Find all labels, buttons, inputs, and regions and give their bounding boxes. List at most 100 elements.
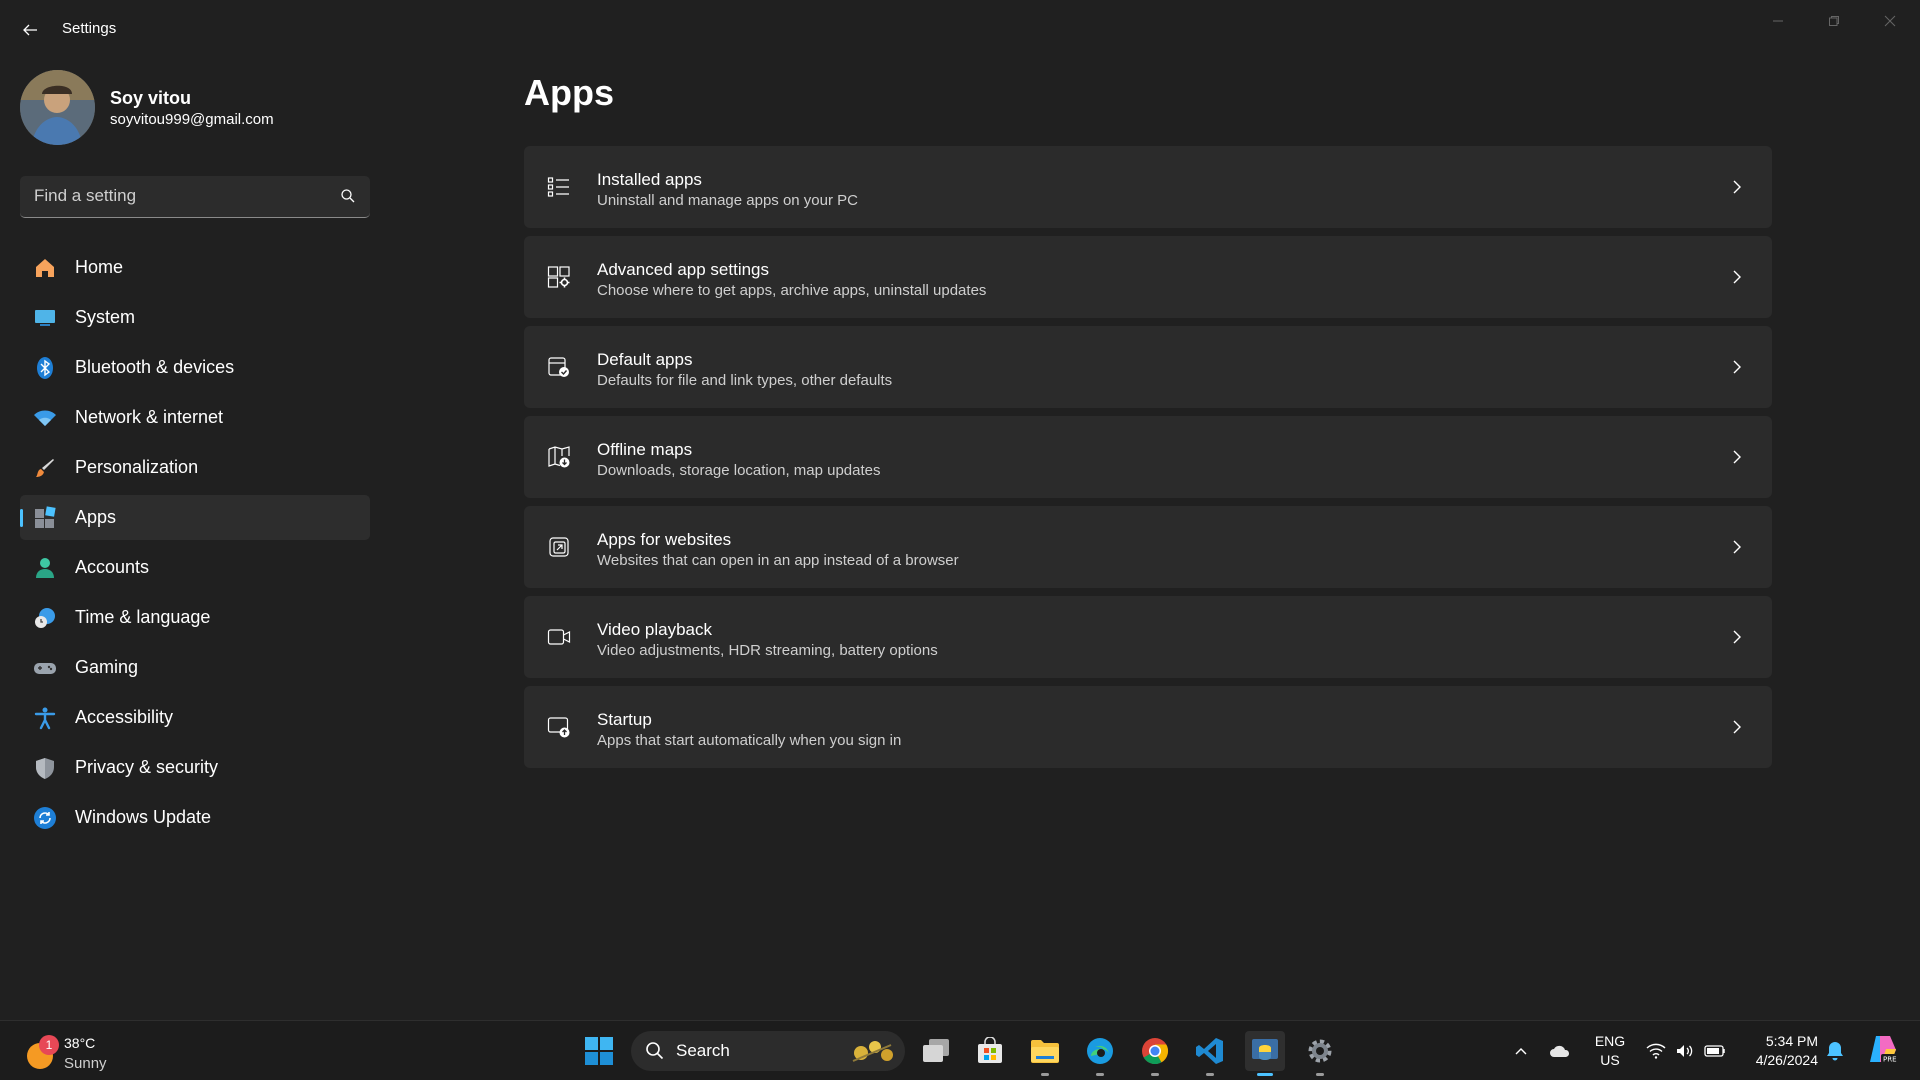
card-installed-apps[interactable]: Installed apps Uninstall and manage apps… [524,146,1772,228]
sidebar-item-apps[interactable]: Apps [20,495,370,540]
search-icon [646,1042,664,1060]
running-indicator [1206,1073,1214,1076]
taskbar-search-label: Search [676,1041,730,1060]
notifications-button[interactable] [1823,1039,1847,1063]
volume-button[interactable] [1673,1039,1697,1063]
chevron-right-icon [1733,630,1741,644]
onedrive-button[interactable] [1548,1039,1572,1063]
brush-icon [32,455,58,481]
sidebar-item-bluetooth[interactable]: Bluetooth & devices [20,345,370,390]
cloud-icon [1550,1045,1570,1057]
sidebar-item-system[interactable]: System [20,295,370,340]
sidebar-item-accessibility[interactable]: Accessibility [20,695,370,740]
sidebar-item-label: Apps [75,507,117,527]
card-title: Offline maps [597,440,693,459]
task-view-icon [923,1039,949,1062]
card-title: Advanced app settings [597,260,770,279]
title-bar: Settings [0,0,1920,58]
card-title: Installed apps [597,170,702,189]
weather-widget[interactable]: 1 38°C Sunny [22,1031,132,1073]
sidebar-item-label: Home [75,257,124,277]
sidebar-item-personalization[interactable]: Personalization [20,445,370,490]
sidebar-item-label: Accessibility [75,707,174,727]
taskbar-chrome[interactable] [1135,1031,1175,1076]
settings-search-box[interactable] [20,176,370,218]
sidebar-item-label: Accounts [75,557,150,577]
running-indicator [1151,1073,1159,1076]
taskbar-settings[interactable] [1300,1031,1340,1076]
list-icon [544,172,574,202]
card-subtitle: Defaults for file and link types, other … [597,372,893,389]
card-title: Apps for websites [597,530,732,549]
language-indicator[interactable]: ENG US [1590,1031,1630,1071]
card-offline-maps[interactable]: Offline maps Downloads, storage location… [524,416,1772,498]
card-title: Startup [597,710,652,729]
card-title: Default apps [597,350,693,369]
taskbar-vscode[interactable] [1190,1031,1230,1076]
chevron-right-icon [1733,540,1741,554]
minimize-button[interactable] [1750,6,1806,36]
restore-icon [1829,16,1839,26]
sidebar-item-home[interactable]: Home [20,245,370,290]
edge-icon [1087,1038,1113,1064]
close-button[interactable] [1862,6,1918,36]
taskbar-task-view[interactable] [916,1031,956,1071]
start-button[interactable] [579,1031,619,1071]
app-gear-icon [544,262,574,292]
back-arrow-icon [23,24,37,36]
wifi-status-button[interactable] [1644,1039,1668,1063]
video-camera-icon [544,622,574,652]
default-apps-icon [544,352,574,382]
sidebar-item-accounts[interactable]: Accounts [20,545,370,590]
sidebar-item-label: Network & internet [75,407,224,427]
restore-button[interactable] [1806,6,1862,36]
taskbar-file-explorer[interactable] [1025,1031,1065,1076]
weather-condition: Sunny [64,1055,107,1072]
python-icon [1252,1039,1278,1060]
avatar [20,70,95,145]
shield-icon [32,755,58,781]
apps-icon [32,505,58,531]
sidebar-item-gaming[interactable]: Gaming [20,645,370,690]
search-icon[interactable] [340,188,356,209]
card-apps-for-websites[interactable]: Apps for websites Websites that can open… [524,506,1772,588]
taskbar-python-app[interactable] [1245,1031,1285,1076]
battery-charging-icon [1704,1045,1725,1057]
card-subtitle: Websites that can open in an app instead… [597,552,959,569]
clock-time: 5:34 PM [1765,1033,1818,1049]
chrome-icon [1142,1038,1169,1065]
sidebar-item-label: Personalization [75,457,199,477]
card-subtitle: Uninstall and manage apps on your PC [597,192,858,209]
taskbar-edge[interactable] [1080,1031,1120,1076]
copilot-icon: PRE [1870,1036,1897,1064]
card-subtitle: Choose where to get apps, archive apps, … [597,282,987,299]
taskbar: 1 38°C Sunny Search ENG US 5:34 PM 4/26/… [0,1020,1920,1080]
page-title: Apps [524,72,614,113]
card-video-playback[interactable]: Video playback Video adjustments, HDR st… [524,596,1772,678]
sidebar-item-network[interactable]: Network & internet [20,395,370,440]
clock[interactable]: 5:34 PM 4/26/2024 [1738,1031,1818,1071]
chevron-right-icon [1733,360,1741,374]
sidebar-item-windows-update[interactable]: Windows Update [20,795,370,840]
clock-globe-icon [32,605,58,631]
card-advanced-app-settings[interactable]: Advanced app settings Choose where to ge… [524,236,1772,318]
avatar-photo-icon [20,70,95,145]
user-profile[interactable]: Soy vitou soyvitou999@gmail.com [20,70,370,146]
gamepad-icon [32,655,58,681]
sidebar-item-time-language[interactable]: Time & language [20,595,370,640]
copilot-button[interactable]: PRE [1866,1033,1898,1065]
taskbar-search[interactable]: Search [631,1031,905,1071]
show-hidden-icons-button[interactable] [1509,1039,1533,1063]
accessibility-icon [32,705,58,731]
back-button[interactable] [14,14,46,46]
battery-button[interactable] [1703,1039,1727,1063]
taskbar-microsoft-store[interactable] [970,1031,1010,1071]
search-input[interactable] [20,176,320,216]
home-icon [32,255,58,281]
card-startup[interactable]: Startup Apps that start automatically wh… [524,686,1772,768]
windows-logo-icon [585,1037,613,1065]
sidebar-item-privacy-security[interactable]: Privacy & security [20,745,370,790]
close-icon [1884,15,1896,27]
active-indicator [1257,1073,1273,1076]
card-default-apps[interactable]: Default apps Defaults for file and link … [524,326,1772,408]
